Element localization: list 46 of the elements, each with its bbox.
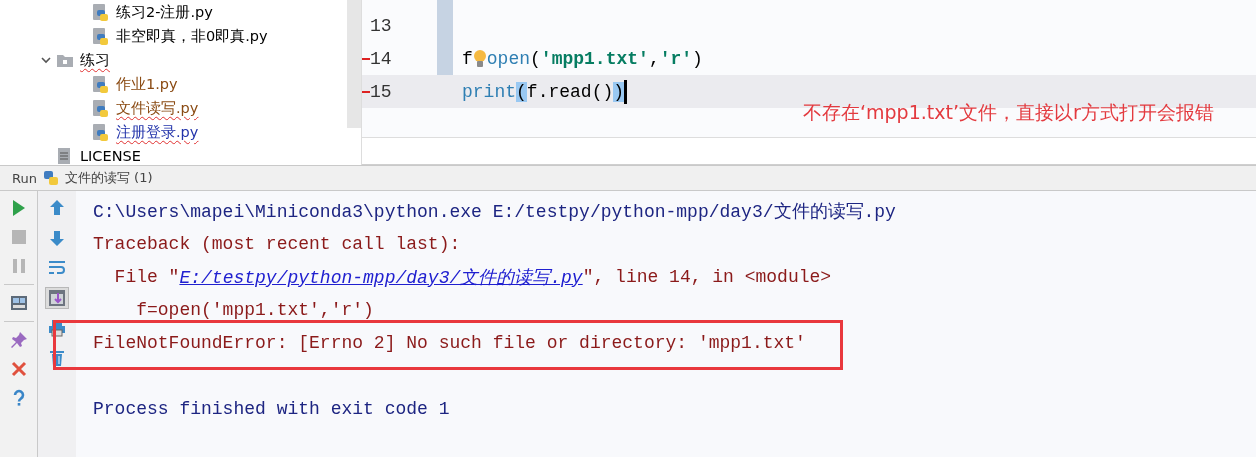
toggle-button[interactable] — [45, 287, 69, 309]
lightbulb-icon[interactable] — [472, 48, 487, 69]
tree-item[interactable]: 练习 — [80, 50, 110, 70]
code-token: ( — [516, 81, 527, 102]
console-line: Process finished with exit code 1 — [93, 398, 450, 419]
code-token: 'r' — [659, 48, 693, 69]
console-text: ", line 14, in <module> — [582, 266, 832, 287]
python-file-icon — [92, 99, 110, 117]
trash-icon[interactable] — [47, 348, 67, 368]
console-line: C:\Users\mapei\Miniconda3\python.exe E:/testpy/python-mpp/day3/文件的读写.py — [93, 200, 896, 223]
python-file-icon — [92, 3, 110, 21]
tree-item[interactable]: 练习2-注册.py — [116, 2, 213, 22]
printer-icon[interactable] — [47, 318, 67, 338]
code-token: , — [648, 48, 660, 69]
chevron-down-icon[interactable] — [40, 54, 52, 66]
tree-item[interactable]: LICENSE — [80, 148, 141, 164]
console-line: Traceback (most recent call last): — [93, 233, 461, 254]
code-token: ( — [530, 48, 541, 69]
tree-item[interactable]: 作业1.py — [116, 74, 178, 94]
run-config-tab[interactable]: 文件的读写 (1) — [64, 169, 153, 187]
file-link[interactable]: E:/testpy/python-mpp/day3/文件的读写.py — [179, 264, 583, 289]
panel-label: Run — [12, 170, 37, 186]
tree-item[interactable]: 文件读写.py — [116, 98, 199, 118]
console-line: f=open('mpp1.txt','r') — [135, 299, 374, 320]
code-token: print — [462, 81, 516, 102]
python-icon — [42, 170, 59, 186]
code-token: ) — [613, 81, 625, 102]
scrollbar[interactable] — [347, 0, 361, 128]
scroll-to-end-icon — [47, 288, 67, 308]
line-number: 15 — [370, 81, 393, 102]
python-file-icon — [92, 75, 110, 93]
python-file-icon — [92, 27, 110, 45]
tree-item[interactable]: 非空即真，非0即真.py — [116, 26, 268, 46]
line-number: 13 — [370, 15, 393, 36]
annotation-text: 不存在‘mpp1.txt’文件，直接以r方式打开会报错 — [803, 100, 1215, 125]
console-text: File " — [113, 266, 180, 287]
python-file-icon — [92, 123, 110, 141]
layout-icon[interactable] — [8, 293, 29, 313]
code-token: 'mpp1.txt' — [540, 48, 649, 69]
console-line: FileNotFoundError: [Errno 2] No such file or directory: 'mpp1.txt' — [93, 332, 806, 353]
code-token: open — [486, 48, 531, 69]
code-token: f — [462, 48, 473, 69]
line-number: 14 — [370, 48, 393, 69]
code-token: f.read() — [526, 81, 614, 102]
code-token: ) — [692, 48, 703, 69]
tree-item[interactable]: 注册登录.py — [116, 122, 199, 142]
